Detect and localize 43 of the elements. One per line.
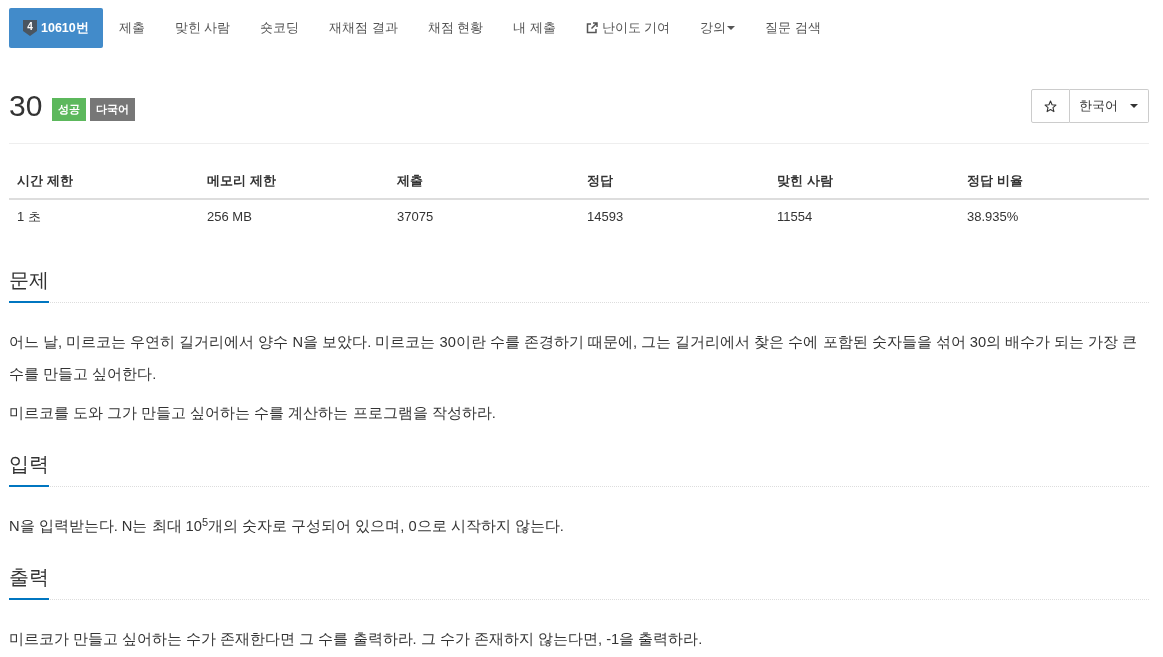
star-button[interactable]: [1031, 89, 1070, 123]
caret-icon: [727, 26, 736, 30]
problem-tag: 성공: [52, 97, 87, 121]
nav-tab[interactable]: 난이도 기여: [571, 8, 685, 48]
table-cell: 11554: [769, 199, 959, 233]
table-cell: 256 MB: [199, 199, 389, 233]
problem-title: 30: [9, 88, 43, 124]
caret-icon: [1130, 104, 1138, 108]
column-header: 제출: [389, 163, 579, 199]
column-header: 시간 제한: [9, 163, 199, 199]
nav-tab[interactable]: 제출: [104, 8, 159, 48]
nav-tab[interactable]: 질문 검색: [751, 8, 835, 48]
tab-label: 강의: [700, 19, 727, 37]
column-header: 메모리 제한: [199, 163, 389, 199]
table-cell: 37075: [389, 199, 579, 233]
column-header: 정답: [579, 163, 769, 199]
language-label: 한국어: [1079, 97, 1118, 116]
nav-tab[interactable]: 재채점 결과: [315, 8, 412, 48]
table-cell: 1 초: [9, 199, 199, 233]
nav-tab[interactable]: 강의: [686, 8, 750, 48]
section-heading: 입력: [9, 452, 49, 487]
table-cell: 14593: [579, 199, 769, 233]
section-heading: 문제: [9, 268, 49, 303]
nav-tab[interactable]: 4 10610번: [9, 8, 103, 48]
tab-label: 10610번: [41, 19, 89, 37]
nav-tab[interactable]: 맞힌 사람: [160, 8, 245, 48]
paragraph: 미르코가 만들고 싶어하는 수가 존재한다면 그 수를 출력하라. 그 수가 존재하지 않는다면, -1을 출력하라.: [9, 630, 704, 649]
tier-badge: 4: [23, 20, 37, 36]
tab-label: 난이도 기여: [601, 19, 671, 37]
paragraph: N을 입력받는다. N는 최대 10$^{5}$개의 숫자로 구성되어 있으며, 0으로 시작하지 않는다.: [9, 514, 565, 536]
nav-tab[interactable]: 내 제출: [499, 8, 570, 48]
nav-tab[interactable]: 숏코딩: [246, 8, 314, 48]
table-cell: 38.935%: [959, 199, 1149, 233]
column-header: 정답 비율: [959, 163, 1149, 199]
language-dropdown[interactable]: 한국어: [1070, 89, 1149, 123]
problem-tag: 다국어: [90, 97, 136, 121]
nav-tab[interactable]: 채점 현황: [413, 8, 498, 48]
star-icon: [1044, 99, 1057, 113]
paragraph: 어느 날, 미르코는 우연히 길거리에서 양수 N을 보았다. 미르코는 30이란 수를 존경하기 때문에, 그는 길거리에서 찾은 수에 포함된 숫자들을 섞어 30의 배수가 되는 가장 큰 수를 만들고 싶어한다.: [9, 333, 1139, 384]
external-link-icon: [585, 22, 598, 34]
column-header: 맞힌 사람: [769, 163, 959, 199]
paragraph: 미르코를 도와 그가 만들고 싶어하는 수를 계산하는 프로그램을 작성하라.: [9, 404, 497, 423]
section-heading: 출력: [9, 565, 49, 600]
